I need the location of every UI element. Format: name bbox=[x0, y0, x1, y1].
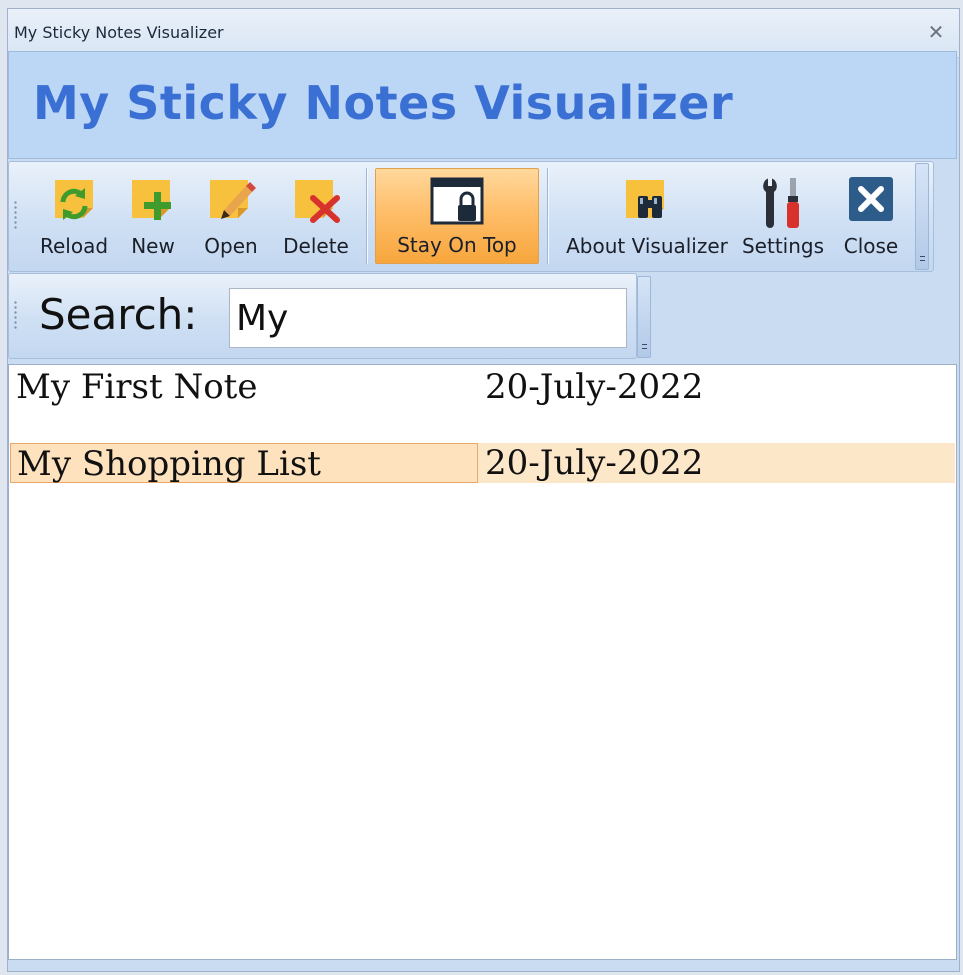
settings-label: Settings bbox=[741, 234, 825, 258]
note-title: My First Note bbox=[16, 367, 258, 407]
banner-title: My Sticky Notes Visualizer bbox=[33, 76, 734, 130]
open-label: Open bbox=[204, 234, 258, 258]
toolbar-overflow-button[interactable] bbox=[915, 163, 929, 270]
search-label: Search: bbox=[39, 290, 198, 339]
note-reload-icon bbox=[55, 180, 93, 220]
new-button[interactable]: New bbox=[119, 168, 187, 264]
note-add-icon bbox=[132, 180, 171, 220]
search-overflow-button[interactable] bbox=[637, 276, 651, 358]
close-label: Close bbox=[843, 234, 899, 258]
open-button[interactable]: Open bbox=[195, 168, 267, 264]
note-binoculars-icon bbox=[626, 180, 664, 218]
reload-label: Reload bbox=[39, 234, 109, 258]
notes-list[interactable]: My First Note 20-July-2022 My Shopping L… bbox=[8, 364, 957, 960]
close-button[interactable]: Close bbox=[835, 168, 907, 264]
toolbar-separator bbox=[547, 168, 548, 264]
note-delete-icon bbox=[295, 180, 340, 223]
toolbar-separator bbox=[366, 168, 367, 264]
close-box-icon bbox=[849, 177, 893, 221]
toolbar-grip[interactable] bbox=[14, 200, 17, 230]
delete-label: Delete bbox=[283, 234, 349, 258]
note-title: My Shopping List bbox=[10, 443, 478, 484]
window-close-icon[interactable]: ✕ bbox=[921, 17, 951, 47]
window-lock-icon bbox=[430, 177, 484, 225]
stay-on-top-label: Stay On Top bbox=[397, 233, 517, 257]
list-item[interactable]: My Shopping List 20-July-2022 bbox=[10, 443, 955, 484]
stay-on-top-toggle[interactable]: Stay On Top bbox=[375, 168, 539, 264]
about-label: About Visualizer bbox=[566, 234, 728, 258]
note-date: 20-July-2022 bbox=[485, 367, 704, 407]
note-date: 20-July-2022 bbox=[485, 443, 704, 483]
new-label: New bbox=[131, 234, 175, 258]
search-toolbar-grip[interactable] bbox=[14, 300, 17, 330]
main-toolbar: Reload New Open Delete Stay On Top About… bbox=[8, 161, 934, 272]
settings-button[interactable]: Settings bbox=[737, 168, 829, 264]
tools-icon bbox=[763, 178, 799, 228]
window-title: My Sticky Notes Visualizer bbox=[14, 23, 224, 42]
list-item[interactable]: My First Note 20-July-2022 bbox=[10, 367, 955, 407]
search-toolbar: Search: bbox=[8, 273, 637, 359]
delete-button[interactable]: Delete bbox=[273, 168, 359, 264]
about-button[interactable]: About Visualizer bbox=[561, 168, 733, 264]
search-input[interactable] bbox=[229, 288, 627, 348]
app-banner: My Sticky Notes Visualizer bbox=[8, 51, 957, 159]
reload-button[interactable]: Reload bbox=[35, 168, 113, 264]
note-edit-icon bbox=[210, 180, 256, 219]
